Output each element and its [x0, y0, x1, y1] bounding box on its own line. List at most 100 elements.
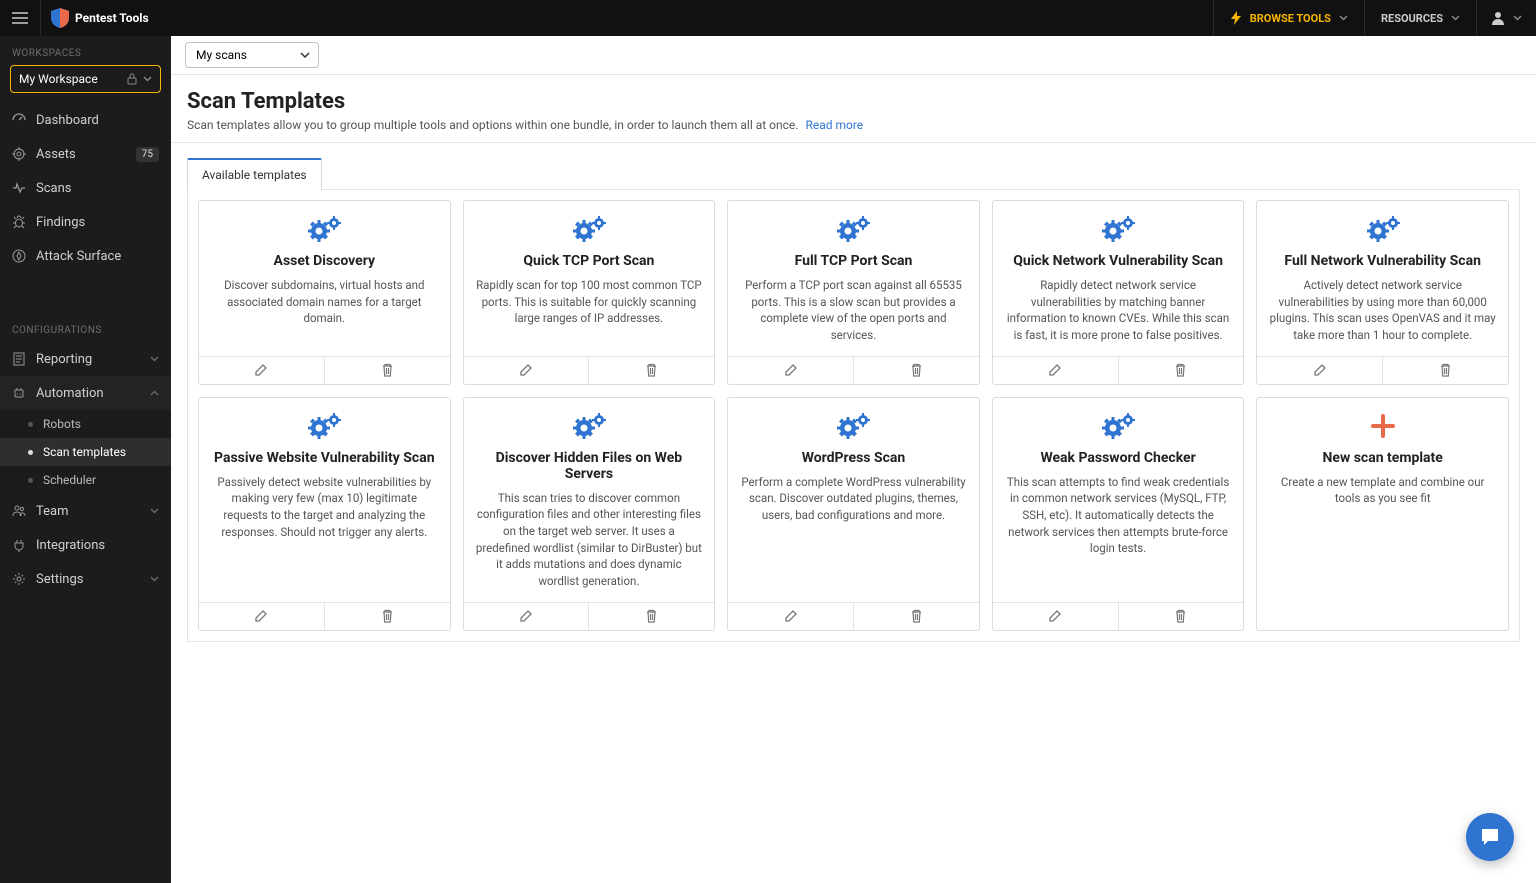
sidebar-item-scans[interactable]: Scans	[0, 171, 171, 205]
sidebar-item-attack-surface[interactable]: Attack Surface	[0, 239, 171, 273]
trash-icon	[381, 363, 394, 377]
browse-tools-label: BROWSE TOOLS	[1250, 12, 1331, 25]
edit-template-button[interactable]	[464, 603, 589, 630]
sidebar-subitem-scan-templates[interactable]: Scan templates	[0, 438, 171, 466]
chat-icon	[1478, 825, 1502, 849]
template-card[interactable]: Passive Website Vulnerability Scan Passiv…	[198, 397, 451, 631]
template-card[interactable]: Asset DiscoveryDiscover subdomains, virt…	[198, 200, 451, 385]
template-card[interactable]: Quick Network Vulnerability ScanRapidly …	[992, 200, 1245, 385]
sidebar-item-team[interactable]: Team	[0, 494, 171, 528]
template-card-body: Passive Website Vulnerability Scan Passiv…	[199, 398, 450, 602]
template-card-body: Asset DiscoveryDiscover subdomains, virt…	[199, 201, 450, 356]
workspace-selector[interactable]: My Workspace	[10, 65, 161, 93]
delete-template-button[interactable]	[588, 603, 714, 630]
gears-icon	[1366, 215, 1400, 243]
page-header: Scan Templates Scan templates allow you …	[171, 75, 1536, 143]
edit-icon	[254, 363, 268, 377]
template-card[interactable]: Weak Password CheckerThis scan attempts …	[992, 397, 1245, 631]
template-description: This scan tries to discover common confi…	[476, 490, 703, 590]
sidebar-subitem-scheduler[interactable]: Scheduler	[0, 466, 171, 494]
sidebar: WORKSPACES My Workspace Dashboard Assets…	[0, 36, 171, 883]
delete-template-button[interactable]	[324, 357, 450, 384]
chat-button[interactable]	[1466, 813, 1514, 861]
topbar: Pentest Tools BROWSE TOOLS RESOURCES	[0, 0, 1536, 36]
gear-icon	[12, 572, 26, 586]
template-card-actions	[728, 356, 979, 384]
sidebar-subitem-robots[interactable]: Robots	[0, 410, 171, 438]
delete-template-button[interactable]	[588, 357, 714, 384]
sidebar-item-label: Integrations	[36, 538, 105, 553]
gears-icon	[1101, 215, 1135, 243]
delete-template-button[interactable]	[1382, 357, 1508, 384]
sidebar-item-label: Dashboard	[36, 113, 99, 128]
sidebar-item-label: Scans	[36, 181, 71, 196]
template-card[interactable]: Full TCP Port ScanPerform a TCP port sca…	[727, 200, 980, 385]
template-description: Create a new template and combine our to…	[1269, 474, 1496, 507]
sidebar-item-automation[interactable]: Automation	[0, 376, 171, 410]
template-title: WordPress Scan	[802, 450, 906, 466]
gears-icon	[1101, 412, 1135, 440]
sidebar-item-assets[interactable]: Assets 75	[0, 137, 171, 171]
template-card-actions	[464, 602, 715, 630]
plus-icon	[1369, 412, 1397, 440]
read-more-link[interactable]: Read more	[805, 118, 863, 132]
edit-template-button[interactable]	[464, 357, 589, 384]
chevron-down-icon	[1451, 15, 1460, 21]
delete-template-button[interactable]	[1118, 603, 1244, 630]
edit-template-button[interactable]	[199, 357, 324, 384]
chevron-up-icon	[150, 390, 159, 396]
compass-icon	[12, 249, 26, 263]
edit-template-button[interactable]	[728, 603, 853, 630]
template-card[interactable]: WordPress ScanPerform a complete WordPre…	[727, 397, 980, 631]
template-description: Discover subdomains, virtual hosts and a…	[211, 277, 438, 327]
sidebar-item-settings[interactable]: Settings	[0, 562, 171, 596]
template-card[interactable]: Full Network Vulnerability ScanActively …	[1256, 200, 1509, 385]
sidebar-item-label: Assets	[36, 147, 76, 162]
tab-available-templates[interactable]: Available templates	[187, 158, 322, 190]
template-description: Passively detect website vulnerabilities…	[211, 474, 438, 541]
lock-icon	[127, 73, 137, 85]
edit-template-button[interactable]	[993, 603, 1118, 630]
sidebar-item-label: Team	[36, 504, 69, 519]
automation-icon	[12, 386, 26, 400]
new-template-card[interactable]: New scan templateCreate a new template a…	[1256, 397, 1509, 631]
delete-template-button[interactable]	[853, 603, 979, 630]
edit-icon	[784, 363, 798, 377]
resources-button[interactable]: RESOURCES	[1364, 0, 1476, 36]
template-card-actions	[199, 602, 450, 630]
template-title: Passive Website Vulnerability Scan	[214, 450, 435, 466]
browse-tools-button[interactable]: BROWSE TOOLS	[1213, 0, 1364, 36]
lightning-icon	[1230, 11, 1242, 25]
scope-select[interactable]: My scans	[185, 42, 319, 68]
chevron-down-icon	[150, 356, 159, 362]
edit-template-button[interactable]	[199, 603, 324, 630]
delete-template-button[interactable]	[324, 603, 450, 630]
brand-logo[interactable]: Pentest Tools	[41, 8, 149, 28]
template-card-body: Quick Network Vulnerability ScanRapidly …	[993, 201, 1244, 356]
scope-select-value: My scans	[196, 48, 247, 62]
template-card[interactable]: Discover Hidden Files on Web Servers This…	[463, 397, 716, 631]
template-title: Discover Hidden Files on Web Servers	[476, 450, 703, 482]
template-card[interactable]: Quick TCP Port ScanRapidly scan for top …	[463, 200, 716, 385]
sidebar-item-dashboard[interactable]: Dashboard	[0, 103, 171, 137]
menu-toggle-button[interactable]	[0, 0, 41, 36]
sidebar-item-integrations[interactable]: Integrations	[0, 528, 171, 562]
edit-template-button[interactable]	[993, 357, 1118, 384]
template-description: This scan attempts to find weak credenti…	[1005, 474, 1232, 557]
delete-template-button[interactable]	[853, 357, 979, 384]
sidebar-item-findings[interactable]: Findings	[0, 205, 171, 239]
edit-icon	[784, 609, 798, 623]
user-icon	[1491, 11, 1505, 25]
sidebar-item-reporting[interactable]: Reporting	[0, 342, 171, 376]
template-card-actions	[199, 356, 450, 384]
edit-template-button[interactable]	[728, 357, 853, 384]
trash-icon	[910, 609, 923, 623]
delete-template-button[interactable]	[1118, 357, 1244, 384]
template-title: Quick TCP Port Scan	[523, 253, 654, 269]
brand-name: Pentest Tools	[75, 12, 149, 24]
user-menu-button[interactable]	[1476, 0, 1536, 36]
page-title: Scan Templates	[187, 89, 1520, 114]
template-card-actions	[993, 602, 1244, 630]
edit-template-button[interactable]	[1257, 357, 1382, 384]
trash-icon	[1174, 363, 1187, 377]
